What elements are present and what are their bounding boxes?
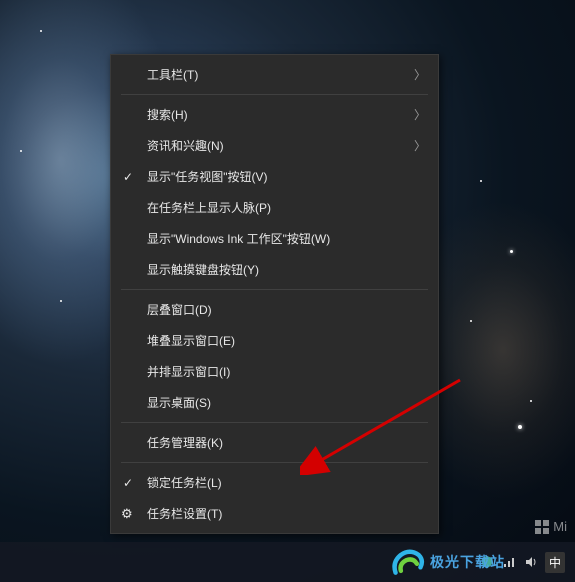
menu-people-label: 在任务栏上显示人脉(P) — [147, 199, 271, 216]
site-logo: 极光下载站 — [390, 546, 505, 578]
aurora-logo-icon — [390, 546, 426, 578]
menu-news-label: 资讯和兴趣(N) — [147, 137, 224, 154]
menu-taskmgr-label: 任务管理器(K) — [147, 434, 223, 451]
watermark-text: Mi — [553, 519, 567, 534]
taskbar-context-menu: 工具栏(T) 〉 搜索(H) 〉 资讯和兴趣(N) 〉 ✓ 显示"任务视图"按钮… — [110, 54, 439, 534]
menu-separator — [121, 462, 428, 463]
menu-show-people[interactable]: 在任务栏上显示人脉(P) — [111, 192, 438, 223]
chevron-right-icon: 〉 — [414, 106, 426, 123]
menu-taskview-label: 显示"任务视图"按钮(V) — [147, 168, 268, 185]
menu-search-label: 搜索(H) — [147, 106, 188, 123]
menu-taskbar-settings[interactable]: ⚙ 任务栏设置(T) — [111, 498, 438, 529]
menu-search[interactable]: 搜索(H) 〉 — [111, 99, 438, 130]
check-icon: ✓ — [123, 170, 133, 184]
menu-news-interests[interactable]: 资讯和兴趣(N) 〉 — [111, 130, 438, 161]
menu-lock-label: 锁定任务栏(L) — [147, 474, 222, 491]
menu-sidebyside-label: 并排显示窗口(I) — [147, 363, 230, 380]
menu-touchkb-label: 显示触摸键盘按钮(Y) — [147, 261, 259, 278]
taskbar[interactable]: 极光下载站 中 — [0, 542, 575, 582]
menu-show-touch-keyboard[interactable]: 显示触摸键盘按钮(Y) — [111, 254, 438, 285]
chevron-right-icon: 〉 — [414, 137, 426, 154]
menu-stacked-windows[interactable]: 堆叠显示窗口(E) — [111, 325, 438, 356]
windows-logo-icon — [535, 520, 549, 534]
gear-icon: ⚙ — [121, 506, 133, 522]
check-icon: ✓ — [123, 476, 133, 490]
menu-task-manager[interactable]: 任务管理器(K) — [111, 427, 438, 458]
chevron-right-icon: 〉 — [414, 66, 426, 83]
menu-ink-label: 显示"Windows Ink 工作区"按钮(W) — [147, 230, 330, 247]
menu-stacked-label: 堆叠显示窗口(E) — [147, 332, 235, 349]
menu-separator — [121, 94, 428, 95]
menu-side-by-side[interactable]: 并排显示窗口(I) — [111, 356, 438, 387]
menu-show-taskview[interactable]: ✓ 显示"任务视图"按钮(V) — [111, 161, 438, 192]
menu-toolbar[interactable]: 工具栏(T) 〉 — [111, 59, 438, 90]
ime-indicator[interactable]: 中 — [545, 552, 565, 573]
menu-settings-label: 任务栏设置(T) — [147, 505, 222, 522]
logo-text: 极光下载站 — [430, 552, 505, 572]
menu-desktop-label: 显示桌面(S) — [147, 394, 211, 411]
menu-cascade-label: 层叠窗口(D) — [147, 301, 212, 318]
menu-cascade-windows[interactable]: 层叠窗口(D) — [111, 294, 438, 325]
menu-show-desktop[interactable]: 显示桌面(S) — [111, 387, 438, 418]
menu-separator — [121, 422, 428, 423]
menu-show-ink[interactable]: 显示"Windows Ink 工作区"按钮(W) — [111, 223, 438, 254]
menu-lock-taskbar[interactable]: ✓ 锁定任务栏(L) — [111, 467, 438, 498]
volume-icon[interactable] — [523, 554, 539, 570]
menu-toolbar-label: 工具栏(T) — [147, 66, 198, 83]
menu-separator — [121, 289, 428, 290]
windows-watermark: Mi — [535, 519, 567, 534]
